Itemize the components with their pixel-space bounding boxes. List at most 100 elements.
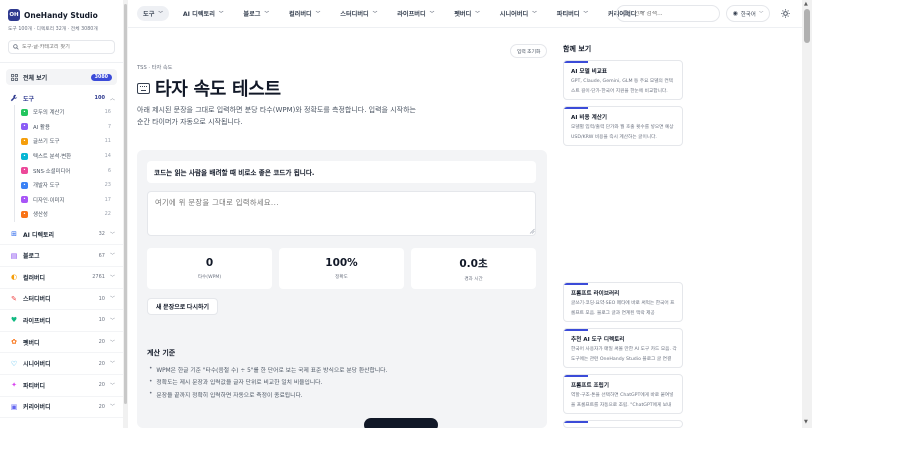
sidebar-category[interactable]: ♥ 라이프버디 10 ﹀ — [0, 310, 123, 332]
top-nav-item[interactable]: 블로그 ﹀ — [237, 6, 275, 21]
chevron-down-icon[interactable]: ﹀ — [110, 360, 115, 367]
scroll-up-arrow-icon[interactable]: ▲ — [804, 1, 808, 7]
sidebar-search-input[interactable] — [22, 44, 110, 50]
chevron-down-icon[interactable]: ﹀ — [110, 317, 115, 324]
related-card[interactable]: 프롬프트 조립기 역할·구조·톤을 선택하면 ChatGPT에게 바로 붙여넣을… — [563, 374, 683, 414]
sidebar-subitem[interactable]: • SNS·소셜미디어 6 — [15, 163, 111, 178]
sidebar-subitem[interactable]: • 개발자 도구 23 — [15, 178, 111, 193]
grid-icon — [11, 73, 18, 81]
sidebar-subitem-label: 개발자 도구 — [33, 183, 60, 190]
chevron-down-icon[interactable]: ﹀ — [110, 403, 115, 410]
sidebar-category-count: 32 — [98, 231, 105, 238]
sidebar-category[interactable]: ⊞ AI 디렉토리 32 ﹀ — [0, 224, 123, 246]
sidebar-category[interactable]: ✎ 스터디버디 10 ﹀ — [0, 289, 123, 311]
sun-icon — [781, 9, 790, 18]
keyboard-icon — [137, 82, 150, 94]
top-nav-item[interactable]: 컬러버디 ﹀ — [283, 6, 326, 21]
sidebar-subitem[interactable]: • 생산성 22 — [15, 207, 111, 222]
sidebar-item-tools[interactable]: 도구 100 ︿ — [0, 91, 123, 105]
related-card[interactable]: 프롬프트 라이브러리 글쓰기·코딩·요약·SEO 메타에 바로 써먹는 한국어 … — [563, 282, 683, 322]
sidebar-subitem[interactable]: • AI 활용 7 — [15, 120, 111, 135]
sidebar-category-count: 20 — [98, 360, 105, 367]
chevron-down-icon[interactable]: ﹀ — [110, 295, 115, 302]
divider — [0, 62, 123, 63]
sidebar-scrollbar-thumb[interactable] — [124, 4, 127, 404]
criteria-list: WPM은 한글 기준 "타수(음절 수) ÷ 5"를 한 단어로 보는 국제 표… — [149, 363, 387, 401]
sidebar-subitem[interactable]: • 텍스트 분석·변환 14 — [15, 149, 111, 164]
category-icon: • — [21, 167, 28, 175]
sidebar-category-label: 펫버디 — [23, 339, 40, 347]
top-nav-item[interactable]: 펫버디 ﹀ — [448, 6, 486, 21]
global-search-input[interactable] — [633, 10, 713, 17]
page-scrollbar[interactable]: ▲ ▼ — [802, 0, 812, 428]
top-nav-item-label: 파티버디 — [556, 11, 580, 18]
new-sentence-button[interactable]: 새 문장으로 다시하기 — [147, 298, 219, 315]
sidebar-category[interactable]: ✦ 파티버디 20 ﹀ — [0, 375, 123, 397]
chevron-up-icon[interactable]: ︿ — [110, 95, 115, 102]
related-card-title: 프롬프트 조립기 — [571, 383, 609, 389]
all-view-button[interactable]: 전체 보기 3080 — [6, 69, 117, 85]
top-nav-item[interactable]: 도구 ﹀ — [137, 6, 169, 21]
reset-input-button[interactable]: 입력 초기화 — [510, 44, 548, 58]
resize-handle-icon[interactable] — [529, 228, 535, 234]
language-selector[interactable]: ◉ 한국어 ﹀ — [726, 5, 770, 22]
related-card[interactable]: 추천 AI 도구 디렉토리 한국어 사용자가 매일 써볼 만한 AI 도구 카드… — [563, 328, 683, 368]
typing-input[interactable] — [147, 191, 536, 236]
top-nav-item-label: 도구 — [143, 11, 155, 18]
accuracy-stat: 100% 정확도 — [279, 248, 404, 289]
related-card[interactable]: AI 비용 계산기 모델별 입력/출력 단가와 월 호출 횟수를 넣으면 예상 … — [563, 106, 683, 146]
typing-test-panel: 코드는 읽는 사람을 배려할 때 비로소 좋은 코드가 됩니다. 0 타수(WP… — [137, 150, 547, 352]
top-nav-item[interactable]: 파티버디 ﹀ — [551, 6, 594, 21]
chevron-down-icon[interactable]: ﹀ — [110, 339, 115, 346]
top-nav-item[interactable]: 시니어버디 ﹀ — [494, 6, 543, 21]
sidebar-category[interactable]: ✿ 펫버디 20 ﹀ — [0, 332, 123, 354]
sidebar-subitem-count: 14 — [104, 153, 111, 160]
top-nav-item[interactable]: AI 디렉토리 ﹀ — [177, 6, 230, 21]
related-card[interactable]: AI 모델 비교표 GPT, Claude, Gemini, GLM 등 주요 … — [563, 60, 683, 100]
sidebar-category[interactable]: ▣ 커리어버디 20 ﹀ — [0, 397, 123, 419]
related-card-text: 한국어 사용자가 매일 써볼 만한 AI 도구 카드 모음. 각 도구에는 관련… — [571, 347, 677, 362]
chevron-down-icon[interactable]: ﹀ — [110, 274, 115, 281]
wrench-icon — [10, 94, 18, 102]
category-icon: ▣ — [10, 402, 18, 411]
sidebar-category-count: 10 — [98, 295, 105, 302]
sidebar-search[interactable] — [8, 40, 115, 54]
sidebar-category[interactable]: ◐ 컬러버디 2761 ﹀ — [0, 267, 123, 289]
sidebar-subitem[interactable]: • 디자인·이미지 17 — [15, 193, 111, 208]
main-content: 입력 초기화 TSS · 타자 속도 타자 속도 테스트 아래 제시된 문장을 … — [128, 28, 552, 428]
global-search[interactable] — [616, 5, 720, 22]
accuracy-label: 정확도 — [335, 275, 348, 280]
sidebar-category-label: 커리어버디 — [23, 404, 51, 412]
chevron-down-icon[interactable]: ﹀ — [110, 231, 115, 238]
all-view-label: 전체 보기 — [23, 74, 48, 82]
calculation-criteria: 계산 기준 WPM은 한글 기준 "타수(음절 수) ÷ 5"를 한 단어로 보… — [137, 340, 547, 428]
top-nav-item-label: 라이프버디 — [397, 11, 426, 18]
category-icon: • — [21, 123, 28, 131]
sidebar-subitem[interactable]: • 글쓰기 도구 11 — [15, 134, 111, 149]
related-card-text: GPT, Claude, Gemini, GLM 등 주요 모델의 컨텍스트 길… — [571, 79, 673, 94]
chevron-down-icon[interactable]: ﹀ — [110, 252, 115, 259]
sidebar-subitem-count: 17 — [104, 196, 111, 203]
theme-toggle-button[interactable] — [778, 6, 793, 21]
scroll-down-arrow-icon[interactable]: ▼ — [804, 419, 808, 425]
sidebar-category[interactable]: ▤ 블로그 67 ﹀ — [0, 245, 123, 267]
wpm-value: 0 — [205, 257, 214, 269]
sidebar-subitem-count: 6 — [107, 167, 111, 174]
related-card[interactable] — [563, 420, 683, 428]
chevron-down-icon[interactable]: ﹀ — [110, 382, 115, 389]
sidebar-category-count: 67 — [98, 252, 105, 259]
breadcrumb[interactable]: TSS · 타자 속도 — [137, 64, 172, 71]
page-scrollbar-thumb[interactable] — [804, 9, 810, 43]
top-nav-item[interactable]: 스터디버디 ﹀ — [334, 6, 383, 21]
sidebar-category[interactable]: ♡ 시니어버디 20 ﹀ — [0, 353, 123, 375]
all-view-count-badge: 3080 — [90, 73, 112, 81]
sidebar-subitem-label: 디자인·이미지 — [33, 197, 65, 204]
search-icon — [623, 10, 630, 17]
brand[interactable]: OH OneHandy Studio — [0, 0, 123, 22]
chevron-down-icon: ﹀ — [315, 11, 321, 17]
criteria-title: 계산 기준 — [147, 349, 176, 357]
top-nav-item[interactable]: 라이프버디 ﹀ — [391, 6, 440, 21]
elapsed-time-label: 경과 시간 — [464, 276, 483, 282]
sidebar-subitem[interactable]: • 모두의 계산기 16 — [15, 105, 111, 120]
floating-action-pill[interactable] — [364, 418, 438, 428]
